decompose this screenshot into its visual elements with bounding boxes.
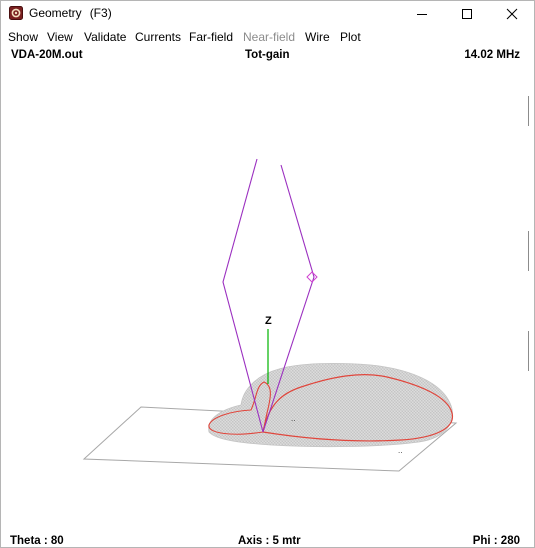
- menu-validate[interactable]: Validate: [84, 30, 126, 44]
- geometry-window: Geometry (F3) Show View Validate Currents…: [0, 0, 535, 548]
- menu-bar: Show View Validate Currents Far-field Ne…: [1, 27, 534, 46]
- menu-currents[interactable]: Currents: [135, 30, 181, 44]
- axis-scale-readout: Axis : 5 mtr: [238, 535, 301, 547]
- phi-readout: Phi : 280: [472, 535, 520, 547]
- geometry-view[interactable]: Z .. ..: [1, 64, 534, 532]
- window-title: Geometry (F3): [29, 6, 112, 20]
- menu-far-field[interactable]: Far-field: [189, 30, 233, 44]
- info-bar: VDA-20M.out Tot-gain 14.02 MHz: [1, 48, 534, 64]
- menu-show[interactable]: Show: [8, 30, 38, 44]
- frequency-readout: 14.02 MHz: [464, 49, 520, 61]
- maximize-button[interactable]: [444, 1, 489, 26]
- feed-point-marker: [306, 271, 318, 283]
- window-shortcut: (F3): [89, 6, 112, 20]
- menu-wire[interactable]: Wire: [305, 30, 330, 44]
- pattern-marker: ..: [291, 414, 295, 423]
- z-axis-label: Z: [265, 315, 272, 327]
- window-title-label: Geometry: [29, 6, 82, 20]
- menu-plot[interactable]: Plot: [340, 30, 361, 44]
- status-bar: Theta : 80 Axis : 5 mtr Phi : 280: [1, 535, 534, 547]
- close-button[interactable]: [489, 1, 534, 26]
- close-icon: [506, 8, 517, 19]
- menu-near-field: Near-field: [243, 30, 296, 44]
- maximize-icon: [461, 8, 472, 19]
- title-bar[interactable]: Geometry (F3): [1, 1, 534, 26]
- app-logo-icon: [9, 6, 23, 20]
- minimize-icon: [416, 13, 427, 15]
- output-filename: VDA-20M.out: [11, 49, 83, 61]
- theta-readout: Theta : 80: [10, 535, 64, 547]
- pattern-marker: ..: [398, 446, 402, 455]
- menu-view[interactable]: View: [47, 30, 73, 44]
- display-mode: Tot-gain: [245, 49, 290, 61]
- minimize-button[interactable]: [399, 1, 444, 26]
